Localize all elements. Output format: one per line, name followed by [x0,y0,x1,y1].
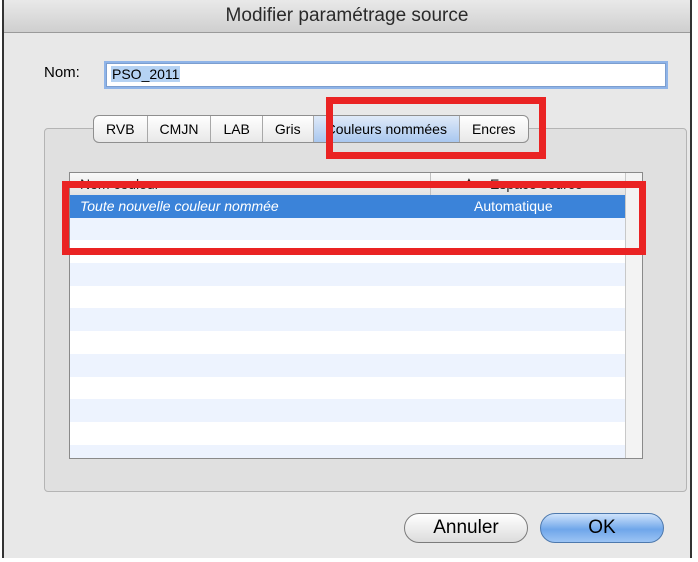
tab-gris[interactable]: Gris [263,116,314,142]
table-header: Nom couleur ▲ Espace source [70,173,626,196]
column-header-name[interactable]: Nom couleur [80,173,159,195]
window-title: Modifier paramétrage source [4,0,690,33]
sort-ascending-icon: ▲ [464,176,474,187]
tab-bar: RVB CMJN LAB Gris Couleurs nommées Encre… [93,115,529,143]
table-row-empty [70,444,626,458]
tab-couleurs-nommees[interactable]: Couleurs nommées [313,116,460,142]
named-colors-table: Nom couleur ▲ Espace source Toute nouvel… [69,172,643,459]
column-header-source-space[interactable]: Espace source [490,173,583,195]
cancel-button[interactable]: Annuler [404,513,528,543]
table-row-empty [70,217,626,241]
table-row-empty [70,263,626,286]
table-row-empty [70,308,626,332]
table-row-empty [70,286,626,309]
tab-encres[interactable]: Encres [460,116,528,142]
table-row-empty [70,377,626,400]
ok-button[interactable]: OK [540,513,664,543]
tab-lab[interactable]: LAB [211,116,263,142]
table-row[interactable]: Toute nouvelle couleur nommée Automatiqu… [70,195,626,218]
table-row-empty [70,240,626,263]
table-row-empty [70,399,626,422]
dialog-window: Modifier paramétrage source Nom: PSO_201… [2,0,692,558]
tab-cmjn[interactable]: CMJN [148,116,212,142]
name-input-value: PSO_2011 [111,66,181,82]
column-divider [430,173,431,195]
name-label: Nom: [44,64,80,81]
table-row-empty [70,422,626,445]
tab-rvb[interactable]: RVB [94,116,148,142]
name-input[interactable]: PSO_2011 [106,63,666,87]
table-row-empty [70,353,626,377]
table-rows: Toute nouvelle couleur nommée Automatiqu… [70,195,626,458]
row-source-space: Automatique [474,198,553,214]
row-color-name: Toute nouvelle couleur nommée [80,198,279,214]
table-row-empty [70,331,626,354]
table-scrollbar[interactable] [625,173,642,458]
